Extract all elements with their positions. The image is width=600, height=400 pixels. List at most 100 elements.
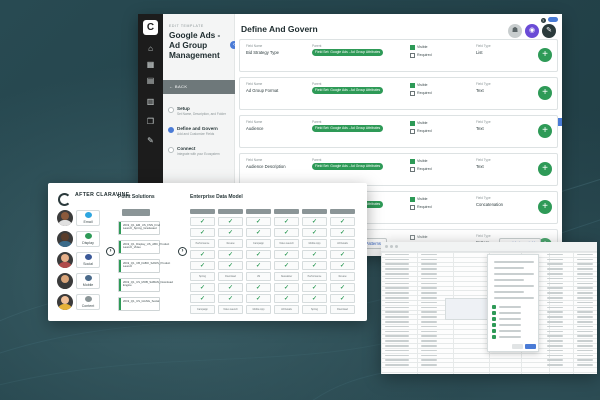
field-row[interactable]: Field Name Audience Parent Field Set: Googl… xyxy=(239,115,558,148)
user-icon[interactable]: ☗ xyxy=(508,24,522,38)
required-checkbox[interactable] xyxy=(410,53,415,58)
chart-icon[interactable]: ▥ xyxy=(146,97,155,106)
add-field-button[interactable]: + xyxy=(538,200,552,214)
point-solution-text: 2019_Q1_Display_US_ABC_Product Launch_Vi… xyxy=(123,242,170,250)
add-field-button[interactable]: + xyxy=(538,86,552,100)
enterprise-data-model-grid: ✓ ✓ ✓ ✓ ✓ ✓ ✓ ✓ ✓ ✓ ✓ ✓ Performance Review Campaign Vid… xyxy=(190,205,361,314)
field-row[interactable]: Field Name Ad Group Format Parent Field Set… xyxy=(239,77,558,110)
panel-checkbox[interactable] xyxy=(492,323,496,327)
top-tools: ? xyxy=(540,17,558,24)
add-field-button[interactable]: + xyxy=(538,48,552,62)
home-icon[interactable]: ⌂ xyxy=(146,44,155,53)
visible-checkbox[interactable] xyxy=(410,121,415,126)
wrench-icon[interactable]: ✎ xyxy=(146,136,155,145)
field-type-value[interactable]: Text xyxy=(476,164,484,169)
panel-checkbox[interactable] xyxy=(492,317,496,321)
sheet-cell-placeholder xyxy=(385,325,409,328)
parent-pill[interactable]: Field Set: Google Ads - Ad Group Attribu… xyxy=(312,49,384,56)
edit-template-label: EDIT TEMPLATE xyxy=(169,24,204,28)
sheet-cell-placeholder xyxy=(577,316,593,318)
sheet-cell-placeholder xyxy=(421,263,437,265)
field-type-value[interactable]: Text xyxy=(476,88,484,93)
channel-content: Content xyxy=(76,294,100,310)
spreadsheet-window xyxy=(381,242,597,374)
app-logo[interactable]: C xyxy=(143,20,158,35)
parent-pill[interactable]: Field Set: Google Ads - Ad Group Attribu… xyxy=(312,125,384,132)
panel-checkbox[interactable] xyxy=(492,311,496,315)
panel-checkbox[interactable] xyxy=(492,329,496,333)
after-claravine-card: AFTER CLARAVINE Point Solutions Enterpri… xyxy=(48,183,367,321)
required-checkbox[interactable] xyxy=(410,129,415,134)
panel-save-button[interactable] xyxy=(525,344,536,349)
visible-checkbox[interactable] xyxy=(410,83,415,88)
visible-checkbox[interactable] xyxy=(410,197,415,202)
field-name-value[interactable]: Bid Strategy Type xyxy=(246,50,279,55)
check-icon: ✓ xyxy=(246,261,271,270)
hexagon-icon xyxy=(85,296,92,302)
item-accent xyxy=(119,260,121,272)
link-icon xyxy=(85,233,92,239)
edit-icon[interactable]: ✎ xyxy=(542,24,556,38)
channel-display: Display xyxy=(76,231,100,247)
grid-icon[interactable]: ▦ xyxy=(146,60,155,69)
help-icon[interactable]: ? xyxy=(540,18,546,23)
sheet-cell-placeholder xyxy=(577,273,593,275)
field-name-value[interactable]: Audience xyxy=(246,126,263,131)
sheet-cell-placeholder xyxy=(421,268,437,270)
panel-line xyxy=(494,291,524,293)
panel-line xyxy=(494,267,524,269)
check-icon: ✓ xyxy=(274,283,299,292)
sheet-cell-placeholder xyxy=(547,345,563,347)
sheet-cell-placeholder xyxy=(577,282,593,285)
eye-icon[interactable]: ◉ xyxy=(525,24,539,38)
panel-line xyxy=(499,324,521,326)
field-type-value[interactable]: Concatenation xyxy=(476,202,503,207)
panel-checkbox[interactable] xyxy=(492,335,496,339)
check-icon: ✓ xyxy=(246,250,271,259)
field-name-value[interactable]: Audience Description xyxy=(246,164,286,169)
sheet-cell-placeholder xyxy=(421,345,437,347)
visible-label: Visible xyxy=(417,121,428,125)
field-name-value[interactable]: Ad Group Format xyxy=(246,88,278,93)
parent-pill[interactable]: Field Set: Google Ads - Ad Group Attribu… xyxy=(312,87,384,94)
back-button[interactable]: ← BACK xyxy=(163,80,235,94)
sheet-cell-placeholder xyxy=(421,354,437,357)
matrix-text-cell: Review xyxy=(330,272,355,281)
toggle-icon[interactable] xyxy=(548,17,558,22)
sheet-cell-placeholder xyxy=(421,316,437,318)
check-icon: ✓ xyxy=(246,283,271,292)
field-type-value[interactable]: List xyxy=(476,50,483,55)
panel-cancel-button[interactable] xyxy=(512,344,523,349)
required-checkbox[interactable] xyxy=(410,91,415,96)
visible-checkbox[interactable] xyxy=(410,45,415,50)
add-field-button[interactable]: + xyxy=(538,124,552,138)
matrix-column-header xyxy=(190,209,215,214)
panel-line xyxy=(494,285,534,287)
visible-checkbox[interactable] xyxy=(410,159,415,164)
sheet-cell-placeholder xyxy=(547,316,563,318)
add-field-button[interactable]: + xyxy=(538,162,552,176)
field-row[interactable]: Field Name Audience Description Parent Fiel… xyxy=(239,153,558,186)
check-icon: ✓ xyxy=(274,228,299,237)
sheet-cell-placeholder xyxy=(577,258,593,261)
scroll-tab[interactable] xyxy=(558,118,562,126)
sheet-cell-placeholder xyxy=(421,311,437,313)
parent-pill[interactable]: Field Set: Google Ads - Ad Group Attribu… xyxy=(312,163,384,170)
sheet-cell-placeholder xyxy=(547,258,563,261)
sheet-cell-placeholder xyxy=(547,297,563,299)
table-icon[interactable]: ▤ xyxy=(146,76,155,85)
field-type-value[interactable]: Text xyxy=(476,126,484,131)
required-label: Required xyxy=(417,129,432,133)
item-accent xyxy=(119,222,121,234)
required-checkbox[interactable] xyxy=(410,167,415,172)
matrix-text-cell: Download xyxy=(330,305,355,314)
copy-icon[interactable]: ❐ xyxy=(146,117,155,126)
check-icon: ✓ xyxy=(302,283,327,292)
panel-checkbox[interactable] xyxy=(492,305,496,309)
step-label: Connect xyxy=(177,146,196,151)
item-accent xyxy=(119,241,121,253)
sheet-cell-placeholder xyxy=(421,301,437,304)
sheet-cell-placeholder xyxy=(547,282,563,285)
field-row[interactable]: Field Name Bid Strategy Type Parent Field S… xyxy=(239,39,558,72)
required-checkbox[interactable] xyxy=(410,205,415,210)
